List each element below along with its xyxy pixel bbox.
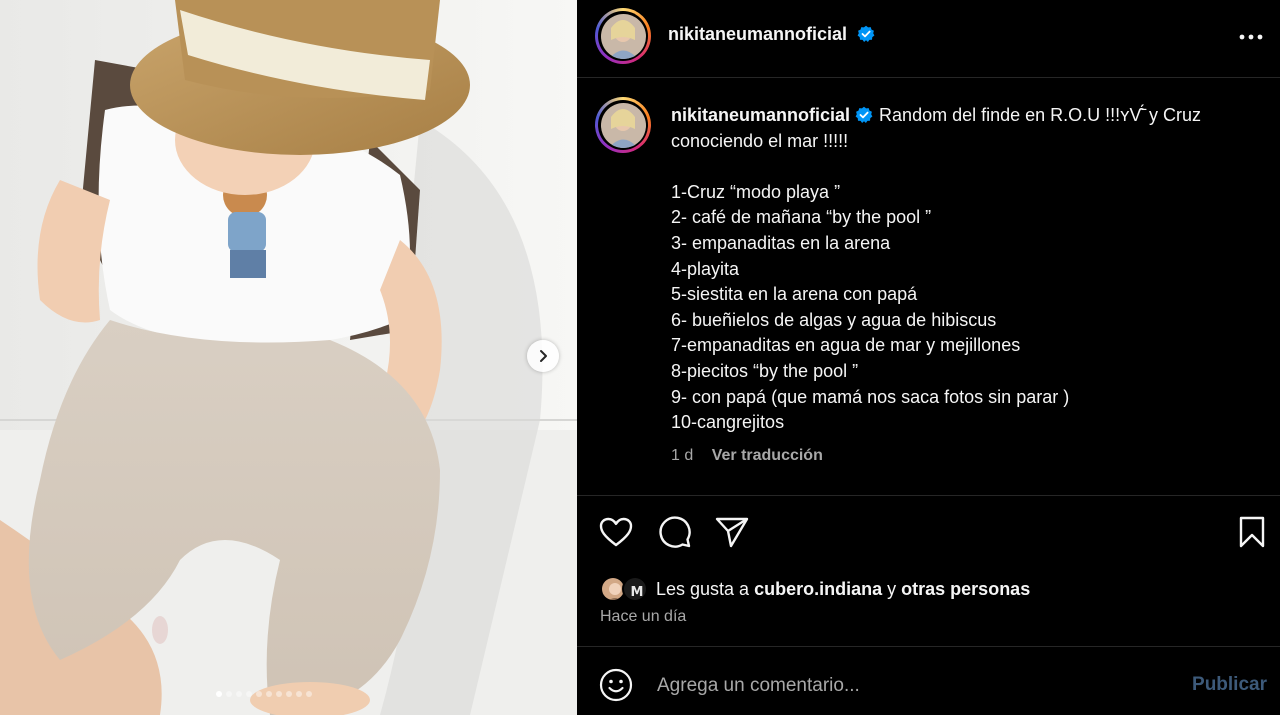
- svg-text:M: M: [631, 585, 644, 600]
- caption-username[interactable]: nikitaneumannoficial: [671, 105, 850, 125]
- author-avatar[interactable]: [595, 8, 651, 64]
- post-actions: M Les gusta a cubero.indiana y otras per…: [577, 497, 1280, 647]
- chevron-right-icon: [540, 350, 547, 362]
- caption-list-item: 3- empanaditas en la arena: [671, 232, 891, 253]
- save-button[interactable]: [1234, 514, 1270, 550]
- carousel-indicator: [216, 691, 312, 697]
- carousel-dot: [226, 691, 232, 697]
- more-options-icon: [1239, 34, 1263, 40]
- translate-link[interactable]: Ver traducción: [712, 447, 823, 464]
- caption-list-item: 7-empanaditas en agua de mar y mejillone…: [671, 335, 1021, 356]
- carousel-dot: [246, 691, 252, 697]
- more-options-button[interactable]: [1236, 22, 1266, 52]
- share-icon: [715, 517, 749, 548]
- post-header: nikitaneumannoficial: [577, 0, 1280, 78]
- caption-meta: 1 d Ver traducción: [671, 447, 823, 465]
- caption-list-item: 2- café de mañana “by the pool ”: [671, 207, 932, 228]
- post-photo: [0, 0, 577, 715]
- carousel-dot: [256, 691, 262, 697]
- caption-list-item: 9- con papá (que mamá nos saca fotos sin…: [671, 386, 1070, 407]
- header-username[interactable]: nikitaneumannoficial: [668, 24, 847, 44]
- like-button[interactable]: [598, 514, 634, 550]
- liker-username[interactable]: cubero.indiana: [754, 579, 882, 600]
- caption-list: 1-Cruz “modo playa ” 2- café de mañana “…: [671, 180, 1271, 436]
- post-age[interactable]: 1 d: [671, 447, 693, 464]
- comment-bar: Publicar: [577, 648, 1280, 715]
- carousel-dot: [216, 691, 222, 697]
- caption-section: nikitaneumannoficial Random del finde en…: [577, 79, 1280, 496]
- caption-list-item: 6- bueñielos de algas y agua de hibiscus: [671, 309, 997, 330]
- post-media[interactable]: [0, 0, 577, 715]
- carousel-dot: [306, 691, 312, 697]
- caption-list-item: 10-cangrejitos: [671, 412, 785, 433]
- likes-summary: M Les gusta a cubero.indiana y otras per…: [600, 576, 1030, 602]
- carousel-dot: [236, 691, 242, 697]
- caption-list-item: 8-piecitos “by the pool ”: [671, 360, 859, 381]
- comment-button[interactable]: [657, 514, 693, 550]
- likes-prefix: Les gusta a: [656, 578, 750, 599]
- comment-icon: [659, 516, 691, 548]
- avatar-image: [600, 13, 646, 59]
- carousel-dot: [276, 691, 282, 697]
- post-panel: nikitaneumannoficial nikitaneumannoficia…: [577, 0, 1280, 715]
- carousel-dot: [286, 691, 292, 697]
- verified-icon: [857, 25, 874, 42]
- bookmark-icon: [1239, 516, 1265, 548]
- emoji-button[interactable]: [599, 668, 633, 702]
- caption-list-item: 4-playita: [671, 258, 740, 279]
- carousel-dot: [296, 691, 302, 697]
- verified-icon: [855, 106, 873, 123]
- comment-input[interactable]: [657, 672, 1177, 700]
- liker-avatars: M: [600, 576, 650, 602]
- others-link[interactable]: otras personas: [901, 579, 1030, 600]
- post-caption: nikitaneumannoficial Random del finde en…: [671, 103, 1271, 436]
- next-image-button[interactable]: [527, 340, 559, 372]
- post-timestamp[interactable]: Hace un día: [600, 608, 686, 626]
- likes-middle: y: [887, 578, 897, 599]
- caption-list-item: 5-siestita en la arena con papá: [671, 284, 918, 305]
- caption-author-avatar[interactable]: [595, 97, 651, 153]
- carousel-dot: [266, 691, 272, 697]
- publish-button[interactable]: Publicar: [1192, 674, 1267, 696]
- heart-icon: [599, 517, 633, 547]
- share-button[interactable]: [714, 514, 750, 550]
- avatar-image: [600, 102, 646, 148]
- header-username-row: nikitaneumannoficial: [668, 24, 875, 45]
- liker-avatar[interactable]: M: [622, 576, 648, 602]
- caption-list-item: 1-Cruz “modo playa ”: [671, 181, 841, 202]
- emoji-icon: [599, 668, 633, 702]
